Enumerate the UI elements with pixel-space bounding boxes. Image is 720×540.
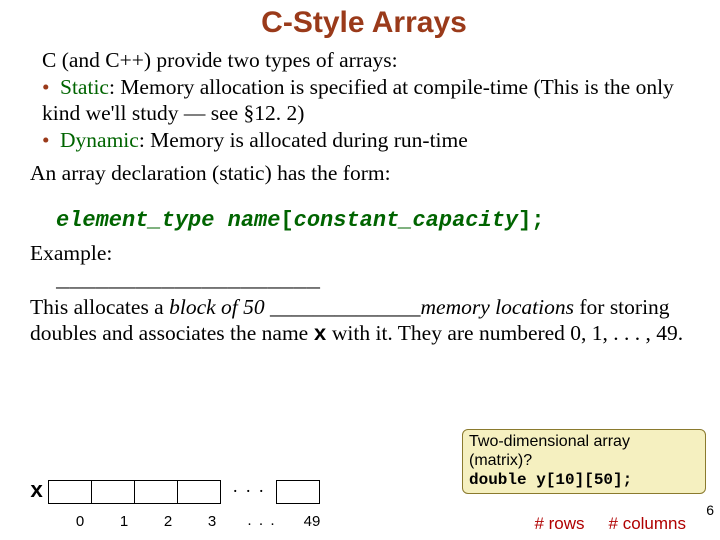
ncols-label: # columns xyxy=(609,514,686,533)
array-diagram: x . . . xyxy=(30,479,320,504)
explain-part: This allocates a xyxy=(30,295,169,319)
decl-lbracket: [ xyxy=(280,208,293,233)
decl-capacity: constant_capacity xyxy=(294,208,518,233)
array-ellipsis: . . . xyxy=(221,480,277,504)
nrows-label: # rows xyxy=(534,514,584,533)
index-row: 0 1 2 3 . . . 49 xyxy=(30,513,334,530)
array-cell xyxy=(48,480,92,504)
example-label: Example: xyxy=(28,241,700,266)
bullet-dynamic: •Dynamic: Memory is allocated during run… xyxy=(28,128,700,153)
bullet-static-text: : Memory allocation is specified at comp… xyxy=(42,75,674,124)
decl-rbracket: ]; xyxy=(518,208,544,233)
explain-part: memory locations xyxy=(421,295,574,319)
callout-line: (matrix)? xyxy=(469,452,699,471)
declaration-lead: An array declaration (static) has the fo… xyxy=(28,161,700,186)
explain-part: block of 50 xyxy=(169,295,265,319)
intro-text: C (and C++) provide two types of arrays: xyxy=(28,48,700,73)
array-var-label: x xyxy=(30,479,43,504)
array-index: 3 xyxy=(190,513,234,530)
array-cell xyxy=(276,480,320,504)
var-x: x xyxy=(314,323,327,347)
array-cell xyxy=(134,480,178,504)
callout-code: double y[10][50]; xyxy=(469,471,699,490)
bullet-static: •Static: Memory allocation is specified … xyxy=(28,75,700,126)
decl-name: name xyxy=(228,208,281,233)
array-cell xyxy=(91,480,135,504)
bullet-dot-icon: • xyxy=(42,75,60,100)
page-number: 6 xyxy=(706,502,714,518)
declaration-code: element_type name[constant_capacity]; xyxy=(28,208,700,233)
array-index: 0 xyxy=(58,513,102,530)
array-index: 49 xyxy=(290,513,334,530)
keyword-dynamic: Dynamic xyxy=(60,128,139,152)
callout-line: Two-dimensional array xyxy=(469,433,699,452)
bullet-dynamic-text: : Memory is allocated during run-time xyxy=(139,128,468,152)
explain-part: with it. They are numbered 0, 1, . . . ,… xyxy=(327,321,684,345)
explain-blank: ______________ xyxy=(265,295,421,319)
array-cell xyxy=(177,480,221,504)
example-blank: ____________________ xyxy=(28,268,700,293)
row-col-labels: # rows # columns xyxy=(522,514,698,534)
bullet-dot-icon: • xyxy=(42,128,60,153)
index-ellipsis: . . . xyxy=(234,513,290,530)
callout-box: Two-dimensional array (matrix)? double y… xyxy=(462,429,706,494)
slide-title: C-Style Arrays xyxy=(28,6,700,40)
decl-element-type: element_type xyxy=(56,208,214,233)
keyword-static: Static xyxy=(60,75,109,99)
array-index: 2 xyxy=(146,513,190,530)
explanation: This allocates a block of 50 ___________… xyxy=(28,295,700,349)
array-index: 1 xyxy=(102,513,146,530)
